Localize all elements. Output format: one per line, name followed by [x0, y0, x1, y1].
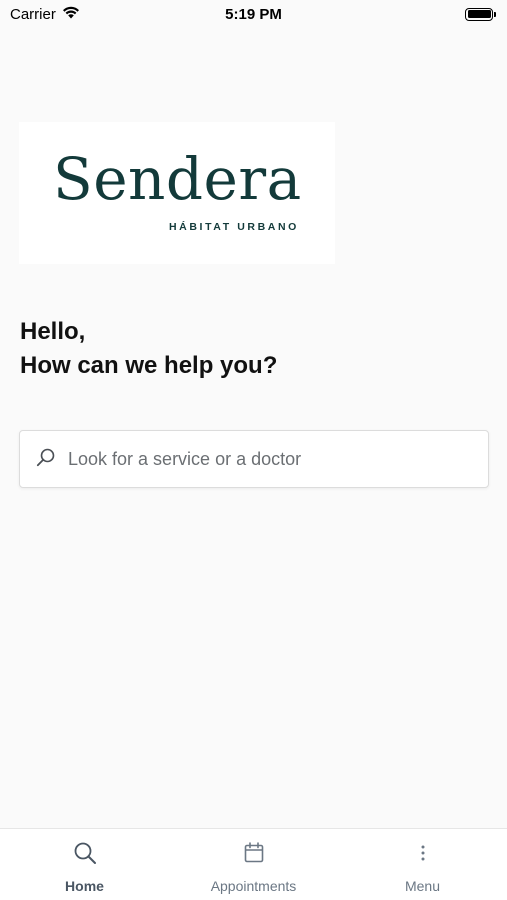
search-icon — [36, 447, 56, 472]
search-icon — [73, 841, 97, 870]
more-vertical-icon — [411, 841, 435, 870]
calendar-icon — [242, 841, 266, 870]
logo-wordmark: Sendera — [53, 145, 302, 213]
wifi-icon — [62, 6, 80, 23]
bottom-tab-bar: Home Appointments Menu — [0, 828, 507, 900]
greeting-line-1: Hello, — [20, 318, 86, 345]
tab-home-label: Home — [65, 878, 104, 894]
status-left: Carrier — [10, 6, 80, 23]
tab-home[interactable]: Home — [0, 829, 169, 900]
search-bar[interactable] — [19, 430, 489, 488]
tab-appointments-label: Appointments — [210, 878, 297, 894]
tab-appointments[interactable]: Appointments — [169, 829, 338, 900]
logo-tagline: HÁBITAT URBANO — [169, 221, 299, 233]
tab-menu[interactable]: Menu — [338, 829, 507, 900]
greeting: Hello, How can we help you? — [20, 315, 277, 383]
app-screen: Carrier 5:19 PM Sendera HÁBITAT URBANO H… — [0, 0, 507, 900]
greeting-line-2: How can we help you? — [20, 352, 278, 379]
tab-menu-label: Menu — [404, 878, 441, 894]
carrier-label: Carrier — [10, 5, 56, 23]
brand-logo: Sendera HÁBITAT URBANO — [19, 122, 335, 264]
battery-icon — [465, 7, 496, 21]
status-bar: Carrier 5:19 PM — [0, 0, 507, 28]
search-input[interactable] — [68, 448, 448, 470]
